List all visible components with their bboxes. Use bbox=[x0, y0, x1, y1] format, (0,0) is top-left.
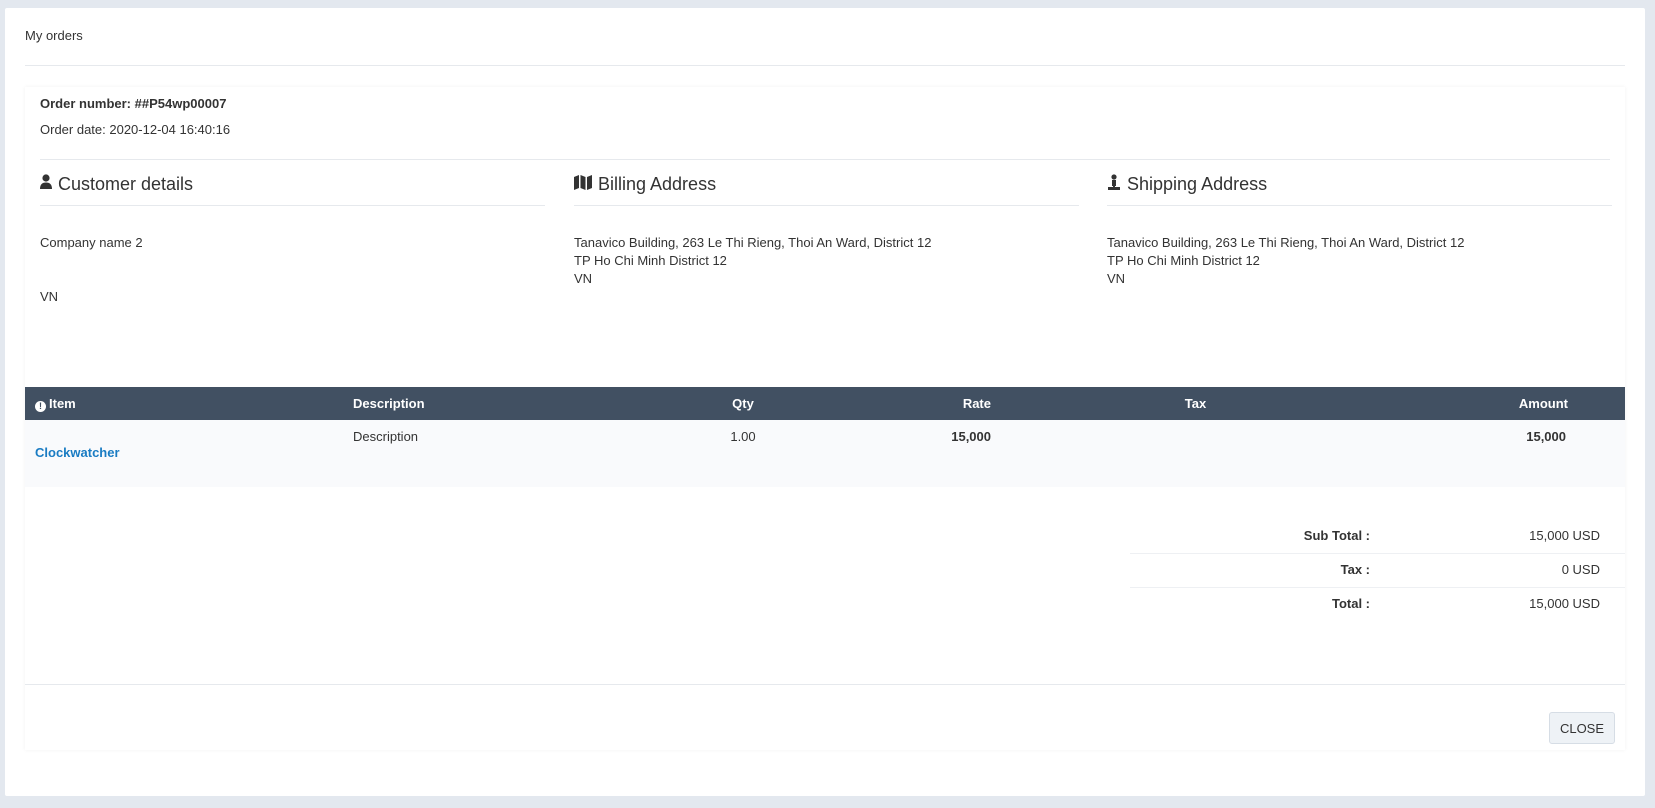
customer-details-body: Company name 2 VN bbox=[40, 234, 143, 306]
customer-details-heading: Customer details bbox=[40, 163, 545, 206]
column-header-rate: Rate bbox=[813, 387, 1028, 420]
customer-line: Company name 2 bbox=[40, 235, 143, 250]
subtotal-label: Sub Total : bbox=[1303, 528, 1370, 543]
rate-cell: 15,000 bbox=[813, 420, 1028, 487]
order-detail-card: Order number: ##P54wp00007 Order date: 2… bbox=[25, 87, 1625, 750]
column-header-amount: Amount bbox=[1363, 387, 1625, 420]
close-button[interactable]: CLOSE bbox=[1549, 712, 1615, 744]
total-label: Total : bbox=[1331, 596, 1370, 611]
amount-cell: 15,000 bbox=[1363, 420, 1625, 487]
orders-panel: My orders Order number: ##P54wp00007 Ord… bbox=[5, 8, 1645, 796]
shipping-person-icon bbox=[1107, 173, 1127, 195]
tax-cell bbox=[1028, 420, 1363, 487]
customer-line bbox=[40, 252, 143, 270]
billing-address-body: Tanavico Building, 263 Le Thi Rieng, Tho… bbox=[574, 234, 931, 288]
item-link[interactable]: Clockwatcher bbox=[35, 445, 120, 460]
order-date: Order date: 2020-12-04 16:40:16 bbox=[40, 122, 231, 137]
column-header-tax: Tax bbox=[1028, 387, 1363, 420]
tax-value: 0 USD bbox=[1561, 562, 1600, 577]
billing-line: Tanavico Building, 263 Le Thi Rieng, Tho… bbox=[574, 235, 932, 250]
map-icon bbox=[574, 174, 598, 195]
subtotal-value: 15,000 USD bbox=[1529, 528, 1600, 543]
order-items-table: ! Item Description Qty Rate Tax Amount Cl… bbox=[25, 387, 1625, 487]
shipping-address-body: Tanavico Building, 263 Le Thi Rieng, Tho… bbox=[1107, 234, 1464, 288]
customer-details-title: Customer details bbox=[58, 173, 194, 194]
user-icon bbox=[40, 173, 58, 195]
column-header-description: Description bbox=[343, 387, 673, 420]
divider bbox=[40, 159, 1610, 160]
order-number: Order number: ##P54wp00007 bbox=[40, 96, 227, 111]
table-header-row: ! Item Description Qty Rate Tax Amount bbox=[25, 387, 1625, 420]
billing-address-title: Billing Address bbox=[598, 173, 717, 194]
customer-line bbox=[40, 270, 143, 288]
tax-row: Tax : 0 USD bbox=[1130, 554, 1625, 588]
billing-line: TP Ho Chi Minh District 12 bbox=[574, 253, 727, 268]
subtotal-row: Sub Total : 15,000 USD bbox=[1130, 520, 1625, 554]
column-header-item: ! Item bbox=[25, 387, 343, 420]
page-title: My orders bbox=[25, 28, 83, 43]
table-row: Clockwatcher Description 1.00 15,000 15,… bbox=[25, 420, 1625, 487]
shipping-line: Tanavico Building, 263 Le Thi Rieng, Tho… bbox=[1107, 235, 1465, 250]
total-value: 15,000 USD bbox=[1529, 596, 1600, 611]
qty-cell: 1.00 bbox=[673, 420, 813, 487]
shipping-line: TP Ho Chi Minh District 12 bbox=[1107, 253, 1260, 268]
shipping-address-section: Shipping Address Tanavico Building, 263 … bbox=[1107, 174, 1612, 286]
shipping-address-title: Shipping Address bbox=[1127, 173, 1268, 194]
total-row: Total : 15,000 USD bbox=[1130, 588, 1625, 621]
customer-details-section: Customer details Company name 2 VN bbox=[40, 174, 545, 304]
billing-address-heading: Billing Address bbox=[574, 163, 1079, 206]
description-cell: Description bbox=[343, 420, 673, 487]
customer-line: VN bbox=[40, 289, 59, 304]
column-header-qty: Qty bbox=[673, 387, 813, 420]
order-totals: Sub Total : 15,000 USD Tax : 0 USD Total… bbox=[1130, 520, 1625, 621]
order-meta: Order number: ##P54wp00007 Order date: 2… bbox=[40, 96, 230, 137]
shipping-line: VN bbox=[1107, 271, 1126, 286]
shipping-address-heading: Shipping Address bbox=[1107, 163, 1612, 206]
billing-line: VN bbox=[574, 271, 593, 286]
item-cell: Clockwatcher bbox=[25, 420, 343, 487]
info-icon: ! bbox=[35, 400, 46, 412]
billing-address-section: Billing Address Tanavico Building, 263 L… bbox=[574, 174, 1079, 286]
tax-label: Tax : bbox=[1340, 562, 1370, 577]
divider bbox=[25, 684, 1625, 685]
divider bbox=[25, 65, 1625, 66]
